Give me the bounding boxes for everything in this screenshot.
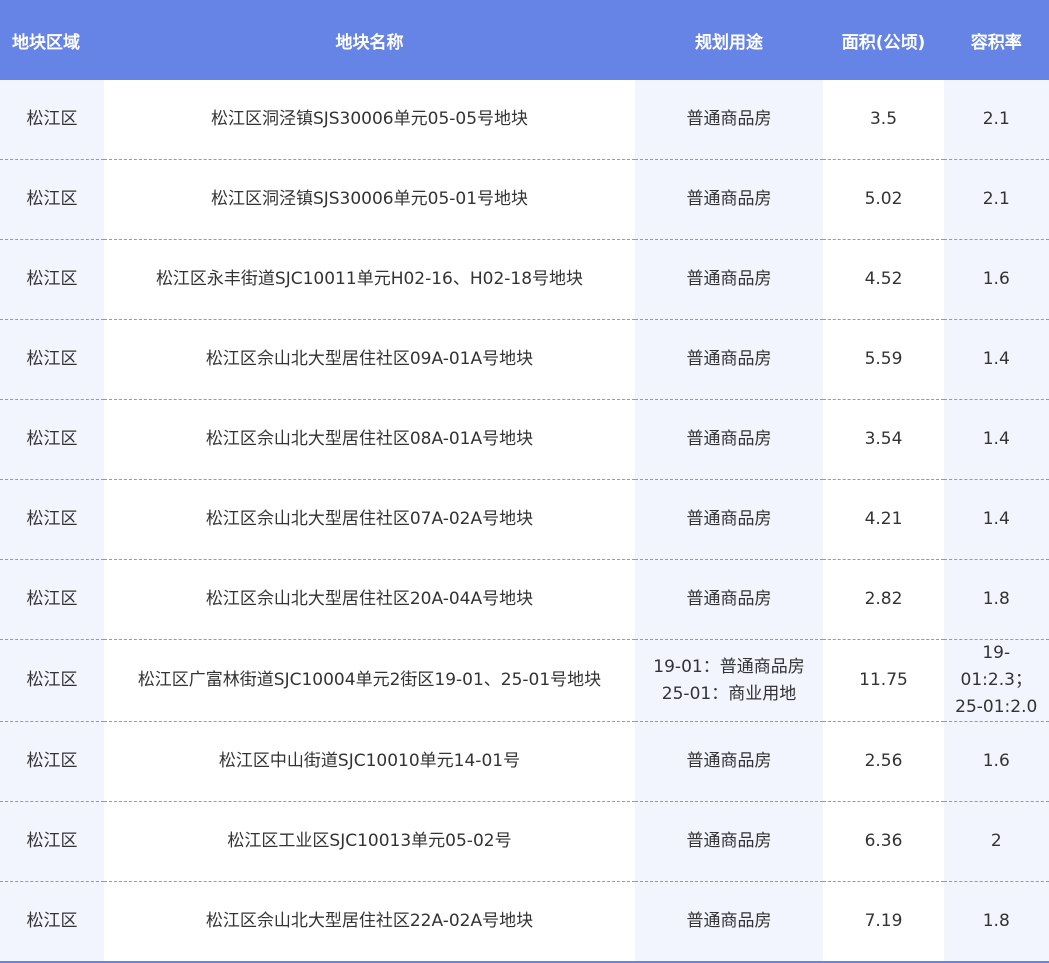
- cell-usage: 普通商品房: [635, 801, 823, 882]
- header-size: 面积(公顷): [823, 0, 944, 80]
- table-row: 松江区 松江区佘山北大型居住社区09A-01A号地块 普通商品房 5.59 1.4: [0, 319, 1049, 400]
- cell-name: 松江区工业区SJC10013单元05-02号: [104, 801, 635, 882]
- cell-size: 5.02: [823, 159, 944, 240]
- header-name: 地块名称: [104, 0, 635, 80]
- cell-usage: 普通商品房: [635, 80, 823, 160]
- cell-name: 松江区佘山北大型居住社区20A-04A号地块: [104, 559, 635, 640]
- cell-far: 1.6: [944, 239, 1049, 320]
- cell-name: 松江区佘山北大型居住社区09A-01A号地块: [104, 319, 635, 400]
- header-far: 容积率: [944, 0, 1049, 80]
- cell-area: 松江区: [0, 559, 104, 640]
- cell-far: 19-01:2.3； 25-01:2.0: [944, 639, 1049, 722]
- cell-area: 松江区: [0, 801, 104, 882]
- cell-size: 3.54: [823, 399, 944, 480]
- cell-area: 松江区: [0, 639, 104, 722]
- header-row: 地块区域 地块名称 规划用途 面积(公顷) 容积率: [0, 0, 1049, 80]
- table-row: 松江区 松江区工业区SJC10013单元05-02号 普通商品房 6.36 2: [0, 801, 1049, 882]
- cell-size: 3.5: [823, 80, 944, 160]
- cell-area: 松江区: [0, 881, 104, 963]
- table-row: 松江区 松江区佘山北大型居住社区20A-04A号地块 普通商品房 2.82 1.8: [0, 559, 1049, 640]
- cell-area: 松江区: [0, 479, 104, 560]
- cell-area: 松江区: [0, 239, 104, 320]
- cell-far: 1.4: [944, 319, 1049, 400]
- table-header: 地块区域 地块名称 规划用途 面积(公顷) 容积率: [0, 0, 1049, 80]
- table-row: 松江区 松江区佘山北大型居住社区08A-01A号地块 普通商品房 3.54 1.4: [0, 399, 1049, 480]
- cell-size: 2.56: [823, 721, 944, 802]
- cell-size: 6.36: [823, 801, 944, 882]
- cell-area: 松江区: [0, 399, 104, 480]
- cell-usage: 普通商品房: [635, 399, 823, 480]
- table-row: 松江区 松江区佘山北大型居住社区22A-02A号地块 普通商品房 7.19 1.8: [0, 881, 1049, 963]
- cell-usage: 19-01：普通商品房 25-01：商业用地: [635, 639, 823, 722]
- cell-size: 11.75: [823, 639, 944, 722]
- cell-usage: 普通商品房: [635, 881, 823, 963]
- cell-size: 7.19: [823, 881, 944, 963]
- cell-usage: 普通商品房: [635, 479, 823, 560]
- cell-far: 2.1: [944, 80, 1049, 160]
- header-area: 地块区域: [0, 0, 104, 80]
- cell-far: 2.1: [944, 159, 1049, 240]
- cell-size: 4.21: [823, 479, 944, 560]
- cell-usage: 普通商品房: [635, 159, 823, 240]
- cell-far: 1.4: [944, 399, 1049, 480]
- table-row: 松江区 松江区洞泾镇SJS30006单元05-05号地块 普通商品房 3.5 2.1: [0, 80, 1049, 160]
- cell-far: 1.6: [944, 721, 1049, 802]
- cell-size: 2.82: [823, 559, 944, 640]
- table-row: 松江区 松江区洞泾镇SJS30006单元05-01号地块 普通商品房 5.02 2.1: [0, 159, 1049, 240]
- cell-usage: 普通商品房: [635, 721, 823, 802]
- cell-name: 松江区中山街道SJC10010单元14-01号: [104, 721, 635, 802]
- cell-usage: 普通商品房: [635, 239, 823, 320]
- cell-name: 松江区佘山北大型居住社区07A-02A号地块: [104, 479, 635, 560]
- table-row: 松江区 松江区永丰街道SJC10011单元H02-16、H02-18号地块 普通商品…: [0, 239, 1049, 320]
- cell-usage: 普通商品房: [635, 319, 823, 400]
- cell-area: 松江区: [0, 319, 104, 400]
- cell-far: 2: [944, 801, 1049, 882]
- cell-usage: 普通商品房: [635, 559, 823, 640]
- cell-far: 1.8: [944, 559, 1049, 640]
- cell-name: 松江区广富林街道SJC10004单元2街区19-01、25-01号地块: [104, 639, 635, 722]
- land-parcel-table: 地块区域 地块名称 规划用途 面积(公顷) 容积率 松江区 松江区洞泾镇SJS30…: [0, 0, 1049, 963]
- cell-area: 松江区: [0, 159, 104, 240]
- cell-name: 松江区洞泾镇SJS30006单元05-05号地块: [104, 80, 635, 160]
- table-row: 松江区 松江区中山街道SJC10010单元14-01号 普通商品房 2.56 1.6: [0, 721, 1049, 802]
- cell-area: 松江区: [0, 721, 104, 802]
- cell-name: 松江区洞泾镇SJS30006单元05-01号地块: [104, 159, 635, 240]
- cell-size: 4.52: [823, 239, 944, 320]
- header-usage: 规划用途: [635, 0, 823, 80]
- cell-name: 松江区佘山北大型居住社区08A-01A号地块: [104, 399, 635, 480]
- cell-far: 1.8: [944, 881, 1049, 963]
- cell-area: 松江区: [0, 80, 104, 160]
- cell-size: 5.59: [823, 319, 944, 400]
- cell-far: 1.4: [944, 479, 1049, 560]
- table-row: 松江区 松江区佘山北大型居住社区07A-02A号地块 普通商品房 4.21 1.4: [0, 479, 1049, 560]
- cell-name: 松江区永丰街道SJC10011单元H02-16、H02-18号地块: [104, 239, 635, 320]
- cell-name: 松江区佘山北大型居住社区22A-02A号地块: [104, 881, 635, 963]
- table-body: 松江区 松江区洞泾镇SJS30006单元05-05号地块 普通商品房 3.5 2.1 松江…: [0, 80, 1049, 963]
- table-row: 松江区 松江区广富林街道SJC10004单元2街区19-01、25-01号地块 19…: [0, 639, 1049, 722]
